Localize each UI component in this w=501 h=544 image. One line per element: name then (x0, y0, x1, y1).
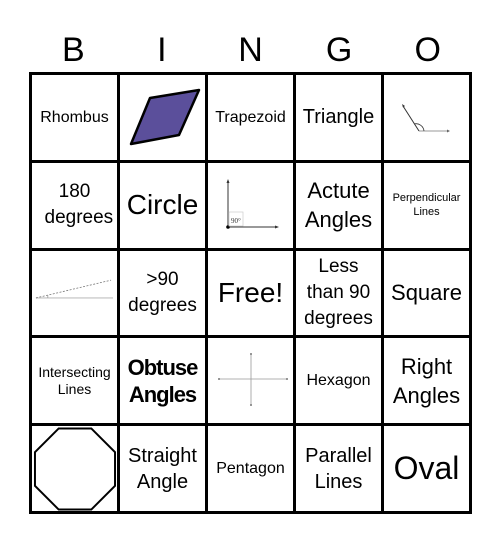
cell-right-angle-image[interactable]: 90° (208, 162, 293, 248)
bingo-header: B I N G O (29, 28, 472, 72)
cell-trapezoid[interactable]: Trapezoid (208, 75, 293, 160)
cell-label: >90 degrees (128, 268, 197, 316)
cell-straight-angle[interactable]: Straight Angle (120, 426, 205, 511)
cell-intersecting-lines[interactable]: Intersecting Lines (32, 338, 117, 424)
cell-label: Hexagon (306, 372, 371, 390)
cell-label: Square (391, 280, 462, 306)
cell-label: Intersecting Lines (38, 363, 111, 397)
cell-obtuse-angles[interactable]: Obtuse Angles (120, 338, 205, 424)
cell-label: Rhombus (40, 108, 109, 126)
cell-label: Parallel Lines (305, 444, 372, 493)
obtuse-angle-icon (401, 104, 450, 133)
header-letter-n: N (238, 31, 263, 69)
cell-obtuse-angle-image[interactable] (384, 75, 469, 160)
cell-label: 180 degrees (44, 181, 114, 229)
cell-square[interactable]: Square (384, 250, 469, 336)
cell-circle[interactable]: Circle (120, 162, 205, 248)
cell-acute-angle-image[interactable] (32, 250, 117, 336)
perpendicular-lines-icon (217, 352, 288, 406)
cell-label: Circle (126, 189, 199, 221)
cell-greater-than-90-degrees[interactable]: >90 degrees (120, 250, 205, 336)
cell-oval[interactable]: Oval (384, 426, 469, 511)
header-letter-g: G (325, 31, 353, 69)
cell-less-than-90-degrees[interactable]: Less than 90 degrees (296, 250, 381, 336)
cell-hexagon[interactable]: Hexagon (296, 338, 381, 424)
cell-label: Pentagon (216, 460, 285, 478)
ninety-degree-label: 90° (231, 217, 241, 225)
cell-free-space[interactable]: Free! (208, 250, 293, 336)
cell-right-angles[interactable]: Right Angles (384, 338, 469, 424)
cell-actute-angles[interactable]: Actute Angles (296, 162, 381, 248)
cell-label: Oval (393, 450, 460, 487)
cell-label: Right Angles (392, 353, 461, 408)
cell-triangle[interactable]: Triangle (296, 75, 381, 160)
cell-octagon-image[interactable] (32, 426, 117, 511)
cell-rhombus[interactable]: Rhombus (32, 75, 117, 160)
cell-label: Free! (217, 276, 284, 308)
header-letter-i: I (157, 31, 167, 69)
cell-pentagon[interactable]: Pentagon (208, 426, 293, 511)
cell-label: Obtuse Angles (127, 354, 199, 407)
cell-180-degrees[interactable]: 180 degrees (32, 162, 117, 248)
bingo-card: Rhombus Trapezoid Triangle 180 degrees C… (29, 72, 472, 514)
cell-label: Straight Angle (128, 444, 197, 493)
cell-label: Actute Angles (304, 178, 373, 233)
acute-angle-icon (35, 279, 114, 299)
cell-perpendicular-lines-image[interactable] (208, 338, 293, 424)
cell-label: Perpendicular Lines (392, 192, 461, 219)
cell-label: Trapezoid (215, 108, 286, 126)
header-letter-o: O (414, 31, 441, 69)
cell-label: Less than 90 degrees (304, 255, 373, 329)
rhombus-icon (129, 89, 200, 146)
cell-rhombus-image[interactable] (120, 75, 205, 160)
cell-perpendicular-lines[interactable]: Perpendicular Lines (384, 162, 469, 248)
octagon-icon (33, 427, 117, 511)
cell-parallel-lines[interactable]: Parallel Lines (296, 426, 381, 511)
cell-label: Triangle (302, 106, 375, 129)
right-angle-icon: 90° (225, 179, 279, 229)
header-letter-b: B (61, 31, 85, 69)
